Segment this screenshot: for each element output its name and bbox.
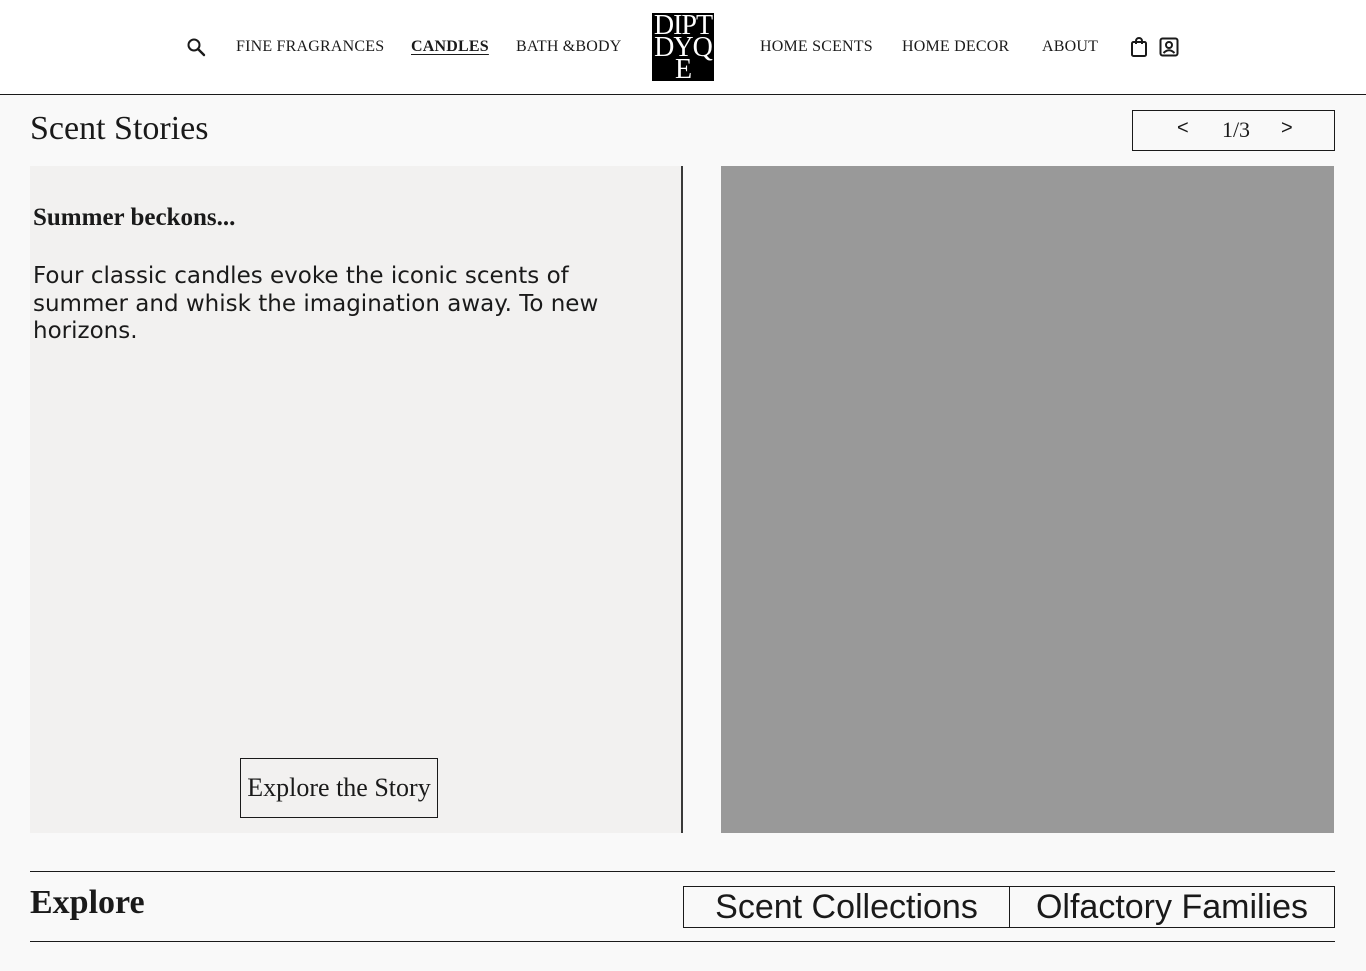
shopping-bag-icon[interactable] [1130, 37, 1148, 62]
story-body: Four classic candles evoke the iconic sc… [33, 263, 599, 344]
logo-line-3: E [674, 54, 692, 82]
scent-stories-title: Scent Stories [30, 110, 209, 147]
story-pager: < 1/3 > [1132, 110, 1335, 151]
nav-about[interactable]: ABOUT [1042, 38, 1098, 56]
story-image-placeholder [721, 166, 1334, 833]
explore-story-button[interactable]: Explore the Story [240, 758, 438, 818]
search-icon[interactable] [186, 37, 206, 62]
nav-fine-fragrances[interactable]: FINE FRAGRANCES [236, 38, 384, 56]
story-card: Summer beckons... Four classic candles e… [30, 166, 683, 833]
account-icon[interactable] [1159, 37, 1179, 62]
nav-home-decor[interactable]: HOME DECOR [902, 38, 1009, 56]
tab-scent-collections[interactable]: Scent Collections [683, 886, 1010, 928]
pager-next-button[interactable]: > [1281, 117, 1293, 140]
explore-title: Explore [30, 884, 145, 921]
nav-bath-body[interactable]: BATH &BODY [516, 38, 622, 56]
story-heading: Summer beckons... [33, 204, 236, 231]
explore-bottom-divider [30, 941, 1335, 942]
brand-logo[interactable]: DIPT DYQ E [652, 13, 714, 81]
explore-top-divider [30, 871, 1335, 872]
pager-count: 1/3 [1221, 117, 1251, 142]
top-navigation: FINE FRAGRANCES CANDLES BATH &BODY DIPT … [0, 0, 1366, 95]
nav-candles[interactable]: CANDLES [411, 38, 489, 56]
pager-prev-button[interactable]: < [1177, 117, 1189, 140]
tab-olfactory-families[interactable]: Olfactory Families [1009, 886, 1335, 928]
nav-home-scents[interactable]: HOME SCENTS [760, 38, 873, 56]
